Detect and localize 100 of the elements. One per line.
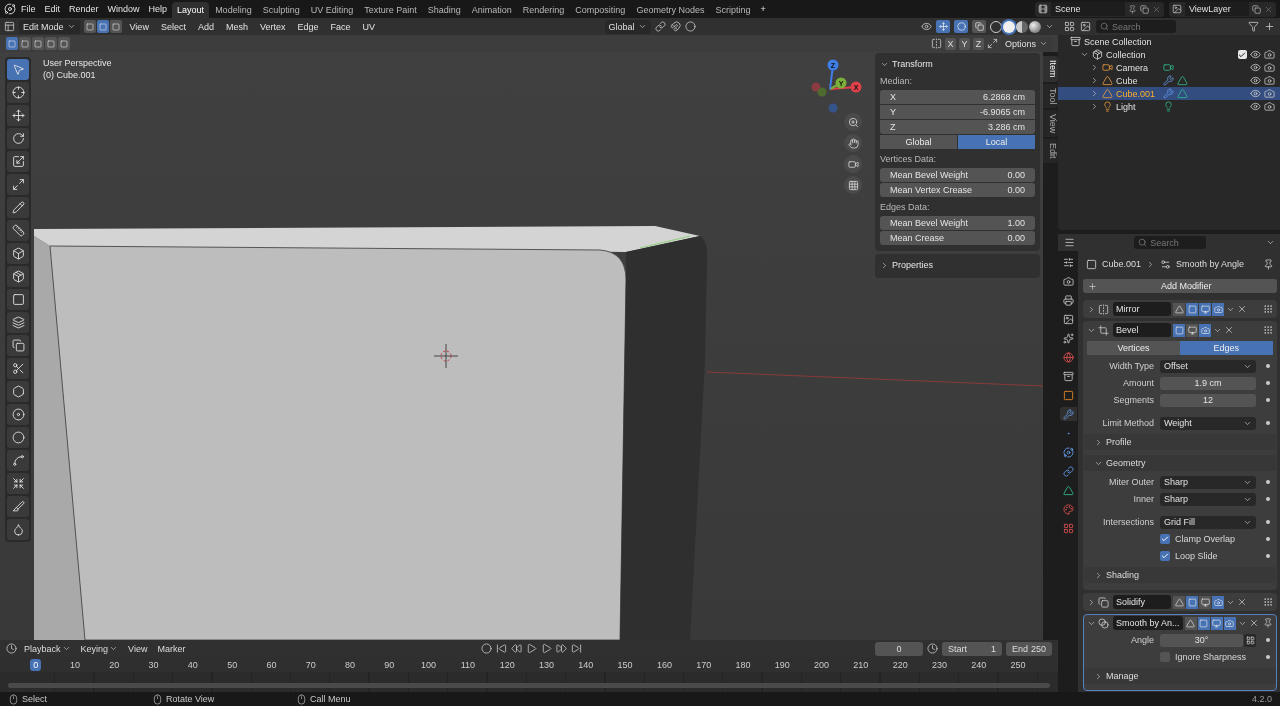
menu-item[interactable]: Edge xyxy=(293,21,323,32)
menu-item[interactable]: Edit xyxy=(40,4,65,14)
frame-number: 50 xyxy=(226,658,239,671)
value-field[interactable]: Mean Crease 0.00 xyxy=(880,231,1035,245)
modifier-name-field[interactable]: Solidify xyxy=(1113,595,1171,609)
frame-number: 0 xyxy=(30,658,42,671)
sidebar-tab[interactable]: Edit xyxy=(1043,139,1058,163)
subpanel-header[interactable]: Geometry xyxy=(1084,455,1276,471)
field-label: Miter Outer xyxy=(1108,477,1154,487)
affect-toggle[interactable]: Vertices xyxy=(1087,341,1180,355)
workspace-tab[interactable]: Shading xyxy=(422,2,466,18)
version-label: 4.2.0 xyxy=(1251,694,1272,704)
workspace-tab[interactable]: Scripting xyxy=(710,2,756,18)
number-field[interactable]: 1.9 cm xyxy=(1160,376,1256,390)
modifier-name-field[interactable]: Bevel xyxy=(1113,323,1171,337)
axis-toggle[interactable]: Z xyxy=(972,37,984,50)
view-layer-selector[interactable]: ViewLayer xyxy=(1169,1,1276,17)
subpanel-header[interactable]: Manage xyxy=(1084,668,1276,684)
field-label: Limit Method xyxy=(1101,418,1154,428)
workspace-tab[interactable]: Compositing xyxy=(570,2,631,18)
end-frame-field[interactable]: End 250 xyxy=(1006,641,1052,656)
search-field[interactable]: Search xyxy=(1134,236,1207,249)
value-field[interactable]: Mean Vertex Crease 0.00 xyxy=(880,183,1035,197)
workspace-tab[interactable]: Sculpting xyxy=(257,2,305,18)
breadcrumb-item[interactable]: Cube.001 xyxy=(1102,259,1142,269)
menu-item[interactable]: Marker xyxy=(154,643,189,654)
dropdown[interactable]: Sharp xyxy=(1160,492,1256,506)
start-frame-field[interactable]: Start 1 xyxy=(942,641,1002,656)
mode-dropdown[interactable]: Edit Mode xyxy=(19,19,80,34)
frame-number: 40 xyxy=(186,658,199,671)
outliner-row[interactable]: Cube xyxy=(1058,74,1280,87)
workspace-tab[interactable]: Modeling xyxy=(210,2,257,18)
status-hint: Select xyxy=(22,694,47,704)
checkbox-label: Clamp Overlap xyxy=(1175,534,1236,544)
workspace-tab[interactable]: Geometry Nodes xyxy=(631,2,710,18)
workspace-tab[interactable]: Animation xyxy=(466,2,517,18)
sidebar-tab[interactable]: Tool xyxy=(1043,83,1058,109)
coordinate-field[interactable]: Y -6.9065 cm xyxy=(880,105,1035,119)
sidebar-tab[interactable]: Item xyxy=(1043,56,1058,82)
frame-number: 190 xyxy=(773,658,791,671)
menu-item[interactable]: Render xyxy=(65,4,103,14)
sidebar-tab[interactable]: View xyxy=(1043,110,1058,138)
coordinate-field[interactable]: Z 3.286 cm xyxy=(880,120,1035,134)
menu-item[interactable]: Playback xyxy=(21,643,74,654)
menu-item[interactable]: Vertex xyxy=(255,21,290,32)
space-toggle[interactable]: Global xyxy=(880,135,957,149)
workspace-tab[interactable]: Rendering xyxy=(517,2,570,18)
subpanel-header[interactable]: Shading xyxy=(1084,567,1276,583)
options-dropdown[interactable]: Options xyxy=(1000,36,1052,51)
number-field[interactable]: 30° xyxy=(1160,633,1243,647)
coordinate-field[interactable]: X 6.2868 cm xyxy=(880,90,1035,104)
menu-item[interactable]: View xyxy=(125,21,153,32)
menu-item[interactable]: Select xyxy=(156,21,190,32)
workspace-tab[interactable]: UV Editing xyxy=(305,2,359,18)
menu-item[interactable]: File xyxy=(17,4,40,14)
menu-item[interactable]: Face xyxy=(326,21,355,32)
frame-number: 160 xyxy=(655,658,673,671)
menu-item[interactable]: Window xyxy=(103,4,144,14)
dropdown[interactable]: Offset xyxy=(1160,359,1256,373)
dropdown[interactable]: Sharp xyxy=(1160,475,1256,489)
outliner-row[interactable]: Cube.001 xyxy=(1058,87,1280,100)
add-modifier-button[interactable]: Add Modifier xyxy=(1083,279,1277,293)
frame-number: 100 xyxy=(420,658,438,671)
outliner-row[interactable]: Camera xyxy=(1058,61,1280,74)
outliner-row[interactable]: Collection xyxy=(1058,48,1280,61)
value-field[interactable]: Mean Bevel Weight 1.00 xyxy=(880,216,1035,230)
number-field[interactable]: 12 xyxy=(1160,393,1256,407)
scene-selector[interactable]: Scene xyxy=(1035,1,1164,17)
frame-number: 130 xyxy=(538,658,555,671)
workspace-tab[interactable]: Texture Paint xyxy=(359,2,422,18)
frame-number: 240 xyxy=(970,658,988,671)
viewport-info-text: User Perspective xyxy=(43,58,112,68)
section-label: Edges Data: xyxy=(880,201,931,214)
field-label: Amount xyxy=(1121,378,1154,388)
value-field[interactable]: Mean Bevel Weight 0.00 xyxy=(880,168,1035,182)
dropdown[interactable]: Weight xyxy=(1160,416,1256,430)
axis-toggle[interactable]: X xyxy=(944,37,956,50)
subpanel-header[interactable]: Profile xyxy=(1084,434,1276,450)
space-toggle[interactable]: Local xyxy=(958,135,1035,149)
add-workspace-button[interactable]: + xyxy=(756,4,770,14)
modifier-name-field[interactable]: Smooth by An... xyxy=(1113,616,1183,630)
workspace-tab[interactable]: Layout xyxy=(172,2,210,18)
menu-item[interactable]: Help xyxy=(144,4,172,14)
outliner-row[interactable]: Light xyxy=(1058,100,1280,113)
frame-number: 170 xyxy=(695,658,713,671)
menu-item[interactable]: Mesh xyxy=(221,21,252,32)
breadcrumb-item[interactable]: Smooth by Angle xyxy=(1176,259,1245,269)
outliner-row[interactable]: Scene Collection xyxy=(1058,35,1280,48)
menu-item[interactable]: Keying xyxy=(77,643,122,654)
orientation-dropdown[interactable]: Global xyxy=(604,19,651,34)
modifier-name-field[interactable]: Mirror xyxy=(1113,302,1171,316)
menu-item[interactable]: UV xyxy=(358,21,379,32)
menu-item[interactable]: Add xyxy=(193,21,218,32)
affect-toggle[interactable]: Edges xyxy=(1179,341,1273,355)
menu-item[interactable]: View xyxy=(125,643,151,654)
search-field[interactable]: Search xyxy=(1096,20,1176,33)
dropdown[interactable]: Grid Fill xyxy=(1160,515,1256,529)
axis-toggle[interactable]: Y xyxy=(958,37,970,50)
frame-number: 10 xyxy=(68,658,81,671)
current-frame-field[interactable]: 0 xyxy=(875,641,923,656)
